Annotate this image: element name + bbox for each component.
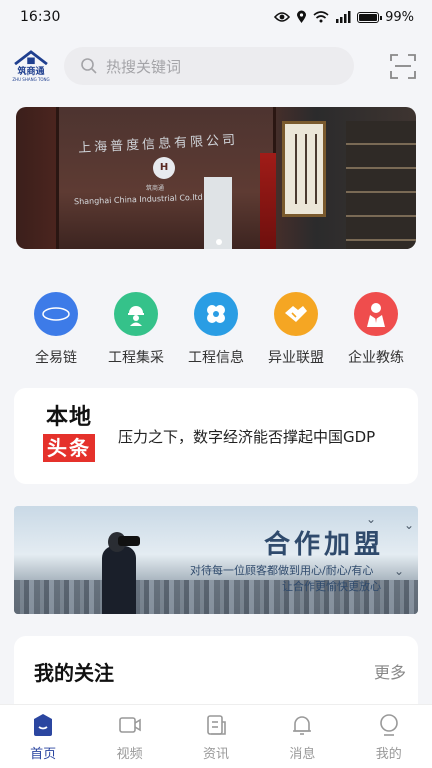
search-icon	[81, 58, 97, 74]
banner-carousel[interactable]: 上海普度信息有限公司 H 筑商通 Shanghai China Industri…	[16, 107, 416, 249]
category-gongchengxinxi[interactable]: 工程信息	[176, 292, 256, 374]
nav-label: 消息	[289, 747, 316, 762]
bird-icon: ⌄	[394, 564, 405, 578]
category-label: 工程信息	[188, 350, 244, 366]
bell-icon	[293, 716, 312, 735]
signal-icon	[336, 11, 351, 23]
handshake-icon	[274, 292, 318, 336]
nav-profile[interactable]: 我的	[359, 713, 419, 762]
search-placeholder: 热搜关键词	[106, 57, 182, 76]
nav-news[interactable]: 资讯	[186, 713, 246, 762]
join-title: 合作加盟	[264, 530, 385, 560]
location-icon	[297, 10, 307, 23]
coach-icon	[354, 292, 398, 336]
banner-shelf	[346, 121, 416, 249]
bottom-nav: 首页 视频 资讯 消息 我的	[0, 704, 432, 768]
profile-icon	[379, 714, 398, 736]
logo-subtext: ZHU SHANG TONG	[12, 77, 50, 82]
local-logo-bottom: 头条	[43, 434, 95, 462]
banner-emblem: H	[153, 157, 175, 179]
follow-more-link[interactable]: 更多	[374, 659, 406, 683]
category-label: 异业联盟	[268, 350, 324, 366]
local-headlines-logo: 本地 头条	[36, 405, 102, 467]
status-icons: 99%	[274, 10, 414, 25]
category-label: 全易链	[35, 350, 77, 366]
join-banner-person	[102, 546, 136, 614]
battery-level: 99%	[385, 9, 414, 25]
join-slogan-1: 对待每一位顾客都做到用心/耐心/有心	[190, 564, 374, 577]
nav-label: 我的	[375, 747, 402, 762]
status-bar: 16:30 99%	[0, 0, 432, 34]
nav-messages[interactable]: 消息	[272, 713, 332, 762]
nav-home[interactable]: 首页	[13, 713, 73, 762]
join-slogan-2: 让合作更愉快更放心	[282, 580, 381, 593]
nav-label: 首页	[30, 747, 57, 762]
worker-icon	[114, 292, 158, 336]
news-headline[interactable]: 压力之下，数字经济能否撑起中国GDP	[118, 426, 408, 447]
banner-flag	[260, 153, 276, 249]
home-icon	[34, 714, 53, 736]
category-quanyilian[interactable]: 全易链	[16, 292, 96, 374]
wifi-icon	[313, 11, 329, 23]
nav-label: 资讯	[202, 747, 229, 762]
join-banner[interactable]: ⌄ ⌄ ⌄ 合作加盟 对待每一位顾客都做到用心/耐心/有心 让合作更愉快更放心	[14, 506, 418, 614]
local-logo-top: 本地	[45, 405, 92, 430]
news-card[interactable]: 本地 头条 压力之下，数字经济能否撑起中国GDP	[14, 388, 418, 484]
category-yiyelianmeng[interactable]: 异业联盟	[256, 292, 336, 374]
category-label: 企业教练	[348, 350, 404, 366]
logo-text: 筑商通	[17, 67, 45, 77]
app-logo: 筑商通 ZHU SHANG TONG	[10, 50, 52, 82]
category-grid: 全易链 工程集采 工程信息 异业联盟 企业教练	[0, 292, 432, 374]
header: 筑商通 ZHU SHANG TONG 热搜关键词	[0, 44, 432, 88]
bird-icon: ⌄	[404, 518, 415, 532]
house-logo-icon	[14, 50, 48, 65]
category-gongchengjicai[interactable]: 工程集采	[96, 292, 176, 374]
follow-section: 我的关注 更多	[14, 636, 418, 706]
video-icon	[118, 717, 141, 733]
binoculars-icon	[118, 536, 140, 546]
link-icon	[34, 292, 78, 336]
scan-icon[interactable]	[390, 53, 416, 79]
eye-icon	[274, 12, 291, 22]
category-label: 工程集采	[108, 350, 164, 366]
carousel-indicator	[216, 239, 222, 245]
battery-icon	[357, 11, 383, 23]
nav-label: 视频	[116, 747, 143, 762]
search-input[interactable]: 热搜关键词	[64, 47, 354, 85]
category-qiyejiaolian[interactable]: 企业教练	[336, 292, 416, 374]
status-time: 16:30	[20, 9, 61, 25]
news-icon	[207, 715, 226, 735]
nav-video[interactable]: 视频	[100, 713, 160, 762]
banner-emblem-text: 筑商通	[146, 185, 165, 192]
clover-icon	[194, 292, 238, 336]
follow-title: 我的关注	[34, 660, 114, 685]
banner-calligraphy	[282, 121, 326, 217]
